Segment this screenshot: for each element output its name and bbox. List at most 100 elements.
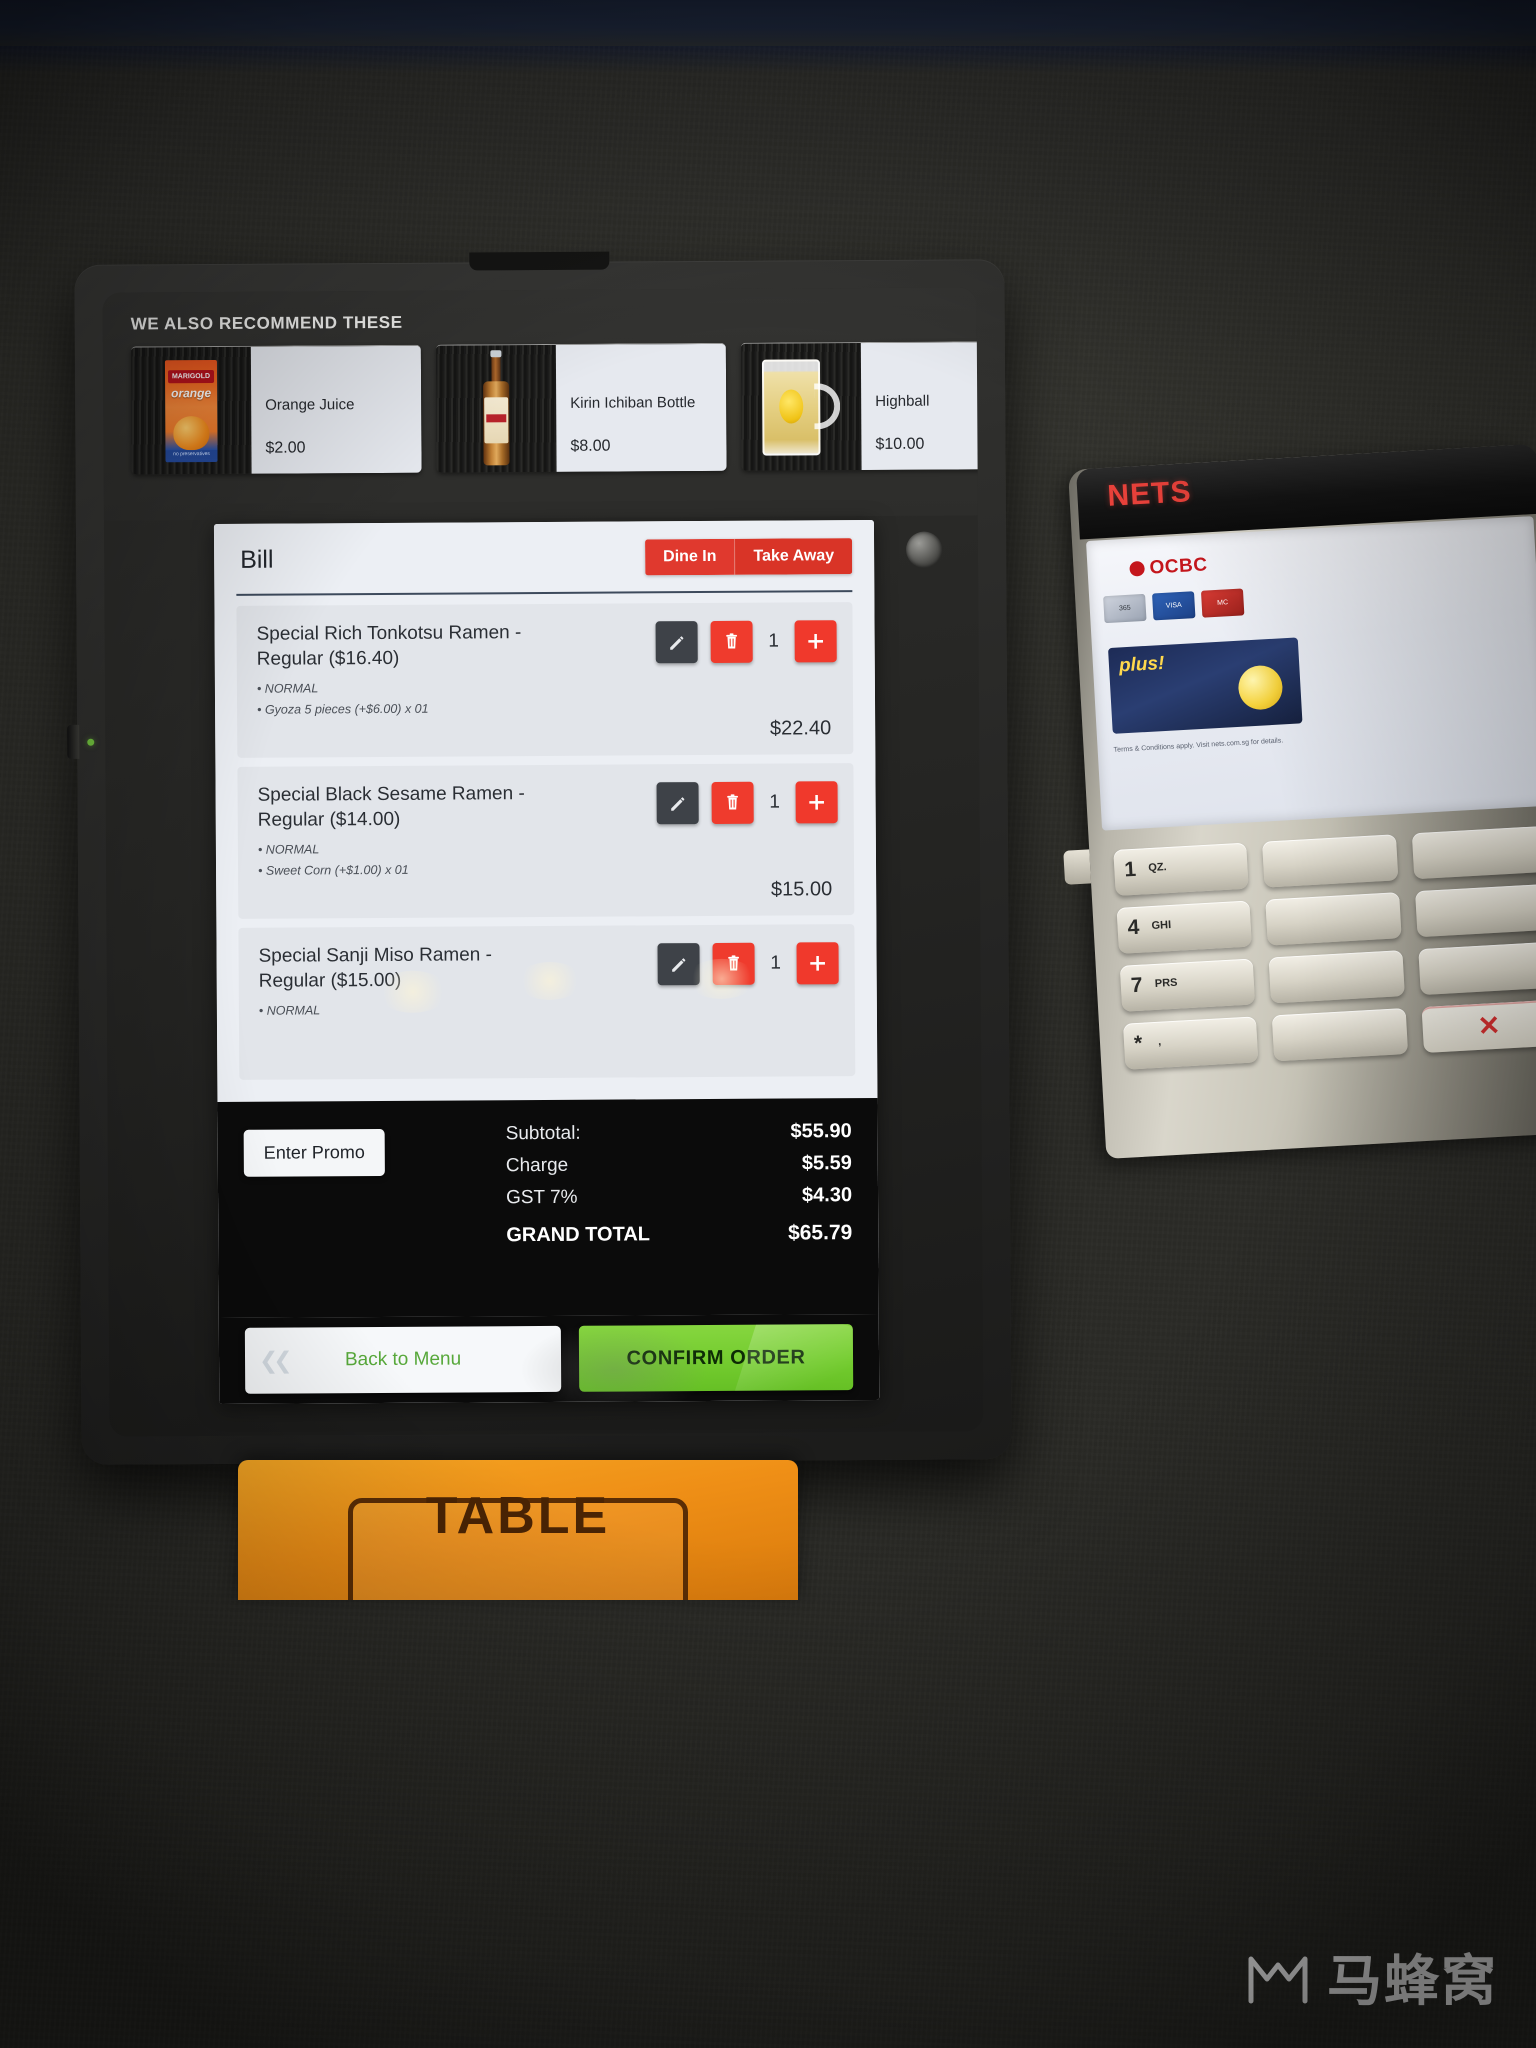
product-info: Orange Juice $2.00 [250,345,422,474]
totals-row: GST 7% $4.30 [506,1184,852,1209]
item-modifier: • Sweet Corn (+$1.00) x 01 [258,862,409,878]
bill-item-row[interactable]: Special Black Sesame Ramen - Regular ($1… [237,763,855,919]
keypad-key-0[interactable] [1272,1008,1408,1062]
bill-item-row[interactable]: Special Rich Tonkotsu Ramen - Regular ($… [236,602,854,758]
keypad-key-9[interactable] [1417,941,1536,996]
edit-pencil-icon [669,635,683,650]
item-name: Special Rich Tonkotsu Ramen - Regular ($… [256,622,522,670]
keypad-key-star[interactable]: * , [1122,1016,1259,1070]
card-logo: VISA [1152,591,1196,621]
product-price: $2.00 [265,439,306,457]
grand-total-row: GRAND TOTAL $65.79 [506,1221,852,1247]
delete-item-button[interactable] [710,620,753,663]
keypad-key-7[interactable]: 7 PRS [1119,958,1256,1012]
edit-item-button[interactable] [657,943,700,986]
chevron-left-icon: ❮❮ [258,1347,288,1374]
item-quantity: 1 [770,952,781,974]
key-letters: PRS [1154,976,1178,990]
add-item-button[interactable] [794,620,837,663]
add-item-button[interactable] [796,942,839,985]
action-bar: ❮❮ Back to Menu CONFIRM ORDER [218,1313,880,1404]
terminal-fine-print: Terms & Conditions apply. Visit nets.com… [1113,737,1284,754]
button-sheen [727,1324,854,1392]
bill-screen: Bill Dine In Take Away Special Rich Tonk… [213,519,880,1404]
recommendations-title: WE ALSO RECOMMEND THESE [130,312,403,334]
keypad-key-8[interactable] [1268,950,1405,1004]
item-name: Special Sanji Miso Ramen - Regular ($15.… [258,944,493,992]
keypad-cancel-button[interactable]: ✕ [1421,999,1536,1054]
recommendation-card-orange-juice[interactable]: MARIGOLD orange no preservatives Orange … [130,344,422,475]
totals-table: Subtotal: $55.90 Charge $5.59 GST 7% $4.… [506,1120,853,1256]
tablet-bezel: WE ALSO RECOMMEND THESE MARIGOLD orange … [102,287,984,1437]
bill-item-row[interactable]: Special Sanji Miso Ramen - Regular ($15.… [238,924,856,1080]
terminal-side-button[interactable] [1063,849,1092,885]
terminal-screen: OCBC 365 VISA MC plus! Terms & Condition… [1085,516,1536,831]
order-type-toggle[interactable]: Dine In Take Away [645,538,853,576]
dine-in-button[interactable]: Dine In [645,538,735,576]
add-item-button[interactable] [795,781,838,824]
item-controls[interactable]: 1 [655,618,837,664]
keypad-key-2[interactable] [1262,834,1399,888]
item-modifier: • Gyoza 5 pieces (+$6.00) x 01 [257,701,429,717]
totals-section: Enter Promo Subtotal: $55.90 Charge $5.5… [217,1097,879,1318]
bill-items-list[interactable]: Special Rich Tonkotsu Ramen - Regular ($… [214,591,878,1102]
item-modifiers: • NORMAL • Gyoza 5 pieces (+$6.00) x 01 [257,675,837,720]
product-name: Orange Juice [265,396,355,414]
front-camera [905,531,943,568]
close-icon: ✕ [1476,1010,1502,1042]
juice-carton-icon: MARIGOLD orange no preservatives [164,359,218,462]
keypad-key-5[interactable] [1265,892,1402,946]
page-title: Bill [240,545,274,574]
plus-badge: plus! [1118,652,1165,677]
trash-icon [727,794,739,810]
card-logo: 365 [1103,593,1147,624]
watermark: 马蜂窝 [1245,1936,1498,2016]
terminal-keypad[interactable]: 1 QZ. 4 GHI 7 PRS * , ✕ [1113,825,1536,1070]
product-price: $10.00 [875,435,925,453]
product-image [435,344,557,473]
back-to-menu-label: Back to Menu [344,1348,462,1371]
bottle-label [484,396,509,443]
key-letters: GHI [1151,918,1172,933]
product-info: Highball $10.00 [860,342,984,471]
item-controls[interactable]: 1 [656,779,838,825]
brand-label: MARIGOLD [167,369,215,383]
orange-fruit-icon [173,415,210,450]
keypad-key-1[interactable]: 1 QZ. [1113,842,1249,896]
edit-item-button[interactable] [656,782,699,825]
item-controls[interactable]: 1 [657,940,839,986]
product-name: Highball [875,392,930,410]
key-letters: QZ. [1148,861,1167,875]
ocbc-logo: OCBC [1129,554,1208,580]
beer-bottle-icon [483,349,510,465]
bill-header: Bill Dine In Take Away [213,519,875,597]
back-to-menu-button[interactable]: ❮❮ Back to Menu [244,1325,562,1394]
product-info: Kirin Ichiban Bottle $8.00 [555,343,727,472]
confirm-order-button[interactable]: CONFIRM ORDER [578,1324,854,1392]
item-modifiers: • NORMAL • Sweet Corn (+$1.00) x 01 [258,836,838,881]
label-bar [486,413,507,422]
product-image: MARIGOLD orange no preservatives [130,346,252,475]
delete-item-button[interactable] [712,942,755,985]
recommendation-card-highball[interactable]: Highball $10.00 [740,341,984,471]
keypad-key-4[interactable]: 4 GHI [1116,900,1253,954]
take-away-button[interactable]: Take Away [734,538,853,575]
table-sign: TABLE [238,1460,798,1600]
item-top-row: Special Rich Tonkotsu Ramen - Regular ($… [257,618,837,672]
key-number: 4 [1127,915,1140,940]
card-logo: MC [1200,588,1245,618]
product-word: orange [171,385,212,400]
keypad-key-6[interactable] [1414,883,1536,938]
delete-item-button[interactable] [711,781,754,824]
nets-logo: NETS [1106,475,1193,513]
wall-top-strip [0,0,1536,46]
kiosk-notch [469,251,610,271]
mug-handle [814,382,841,429]
keypad-key-3[interactable] [1411,825,1536,880]
totals-row: Charge $5.59 [506,1152,852,1177]
edit-item-button[interactable] [655,621,698,664]
recommendation-card-kirin-ichiban-bottle[interactable]: Kirin Ichiban Bottle $8.00 [435,342,727,473]
item-top-row: Special Sanji Miso Ramen - Regular ($15.… [258,940,839,994]
enter-promo-button[interactable]: Enter Promo [243,1128,385,1177]
card-logos-row: 365 VISA MC [1103,588,1245,624]
